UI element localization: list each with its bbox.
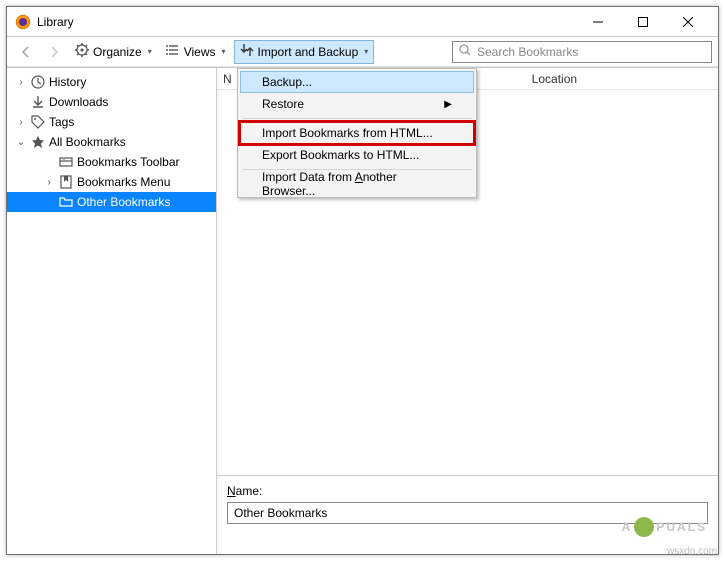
menu-label: Import Bookmarks from HTML... — [262, 126, 433, 140]
name-label: Name: — [227, 484, 262, 498]
gear-icon — [75, 43, 89, 60]
column-location[interactable]: Location — [532, 72, 577, 86]
menu-label: Import Data from Another Browser... — [262, 170, 452, 198]
sidebar-item-other-bookmarks[interactable]: Other Bookmarks — [7, 192, 216, 212]
content-pane: N Location Backup... Restore ▶ Import Bo… — [217, 68, 718, 554]
search-placeholder: Search Bookmarks — [477, 45, 578, 59]
import-backup-label: Import and Backup — [258, 45, 359, 59]
import-backup-dropdown: Backup... Restore ▶ Import Bookmarks fro… — [237, 68, 477, 198]
caret-down-icon: ▾ — [222, 47, 226, 56]
maximize-button[interactable] — [620, 7, 665, 37]
sidebar-label: All Bookmarks — [49, 135, 126, 149]
main-area: › History Downloads › Tags ⌄ All Bookmar… — [7, 67, 718, 554]
tag-icon — [31, 115, 45, 129]
menu-separator — [242, 118, 472, 119]
menu-import-another-browser[interactable]: Import Data from Another Browser... — [240, 173, 474, 195]
folder-icon — [59, 195, 73, 209]
back-button[interactable] — [13, 40, 39, 64]
organize-menu[interactable]: Organize ▾ — [69, 40, 158, 64]
menu-import-html[interactable]: Import Bookmarks from HTML... — [240, 122, 474, 144]
details-pane: Name: — [217, 475, 718, 554]
views-menu[interactable]: Views ▾ — [160, 40, 232, 64]
sidebar-item-bookmarks-toolbar[interactable]: Bookmarks Toolbar — [7, 152, 216, 172]
minimize-button[interactable] — [575, 7, 620, 37]
sidebar-label: Downloads — [49, 95, 108, 109]
sidebar-label: History — [49, 75, 86, 89]
watermark: APUALS — [622, 517, 707, 537]
close-button[interactable] — [665, 7, 710, 37]
toolbar: Organize ▾ Views ▾ Import and Backup ▾ S… — [7, 37, 718, 67]
expand-icon[interactable]: › — [43, 177, 55, 188]
list-icon — [166, 43, 180, 60]
menu-export-html[interactable]: Export Bookmarks to HTML... — [240, 144, 474, 166]
window-title: Library — [37, 15, 74, 29]
search-icon — [459, 44, 471, 59]
history-icon — [31, 75, 45, 89]
import-export-icon — [240, 43, 254, 60]
menu-backup[interactable]: Backup... — [240, 71, 474, 93]
firefox-icon — [15, 14, 31, 30]
collapse-icon[interactable]: ⌄ — [15, 137, 27, 148]
menu-restore[interactable]: Restore ▶ — [240, 93, 474, 115]
credit-text: wsxdn.com — [667, 546, 717, 557]
column-name[interactable]: N — [223, 72, 232, 86]
sidebar-item-history[interactable]: › History — [7, 72, 216, 92]
watermark-dot-icon — [634, 517, 654, 537]
bookmark-menu-icon — [59, 175, 73, 189]
sidebar-label: Bookmarks Menu — [77, 175, 170, 189]
sidebar-item-bookmarks-menu[interactable]: › Bookmarks Menu — [7, 172, 216, 192]
sidebar-item-tags[interactable]: › Tags — [7, 112, 216, 132]
expand-icon[interactable]: › — [15, 77, 27, 88]
sidebar-item-downloads[interactable]: Downloads — [7, 92, 216, 112]
submenu-arrow-icon: ▶ — [444, 99, 452, 110]
search-input[interactable]: Search Bookmarks — [452, 41, 712, 63]
menu-label: Backup... — [262, 75, 312, 89]
import-backup-menu[interactable]: Import and Backup ▾ — [234, 40, 375, 64]
menu-label: Export Bookmarks to HTML... — [262, 148, 419, 162]
expand-icon[interactable]: › — [15, 117, 27, 128]
download-icon — [31, 95, 45, 109]
sidebar-label: Other Bookmarks — [77, 195, 170, 209]
sidebar-label: Tags — [49, 115, 74, 129]
forward-button[interactable] — [41, 40, 67, 64]
sidebar: › History Downloads › Tags ⌄ All Bookmar… — [7, 68, 217, 554]
titlebar: Library — [7, 7, 718, 37]
star-icon — [31, 135, 45, 149]
menu-label: Restore — [262, 97, 304, 111]
caret-down-icon: ▾ — [148, 47, 152, 56]
views-label: Views — [184, 45, 216, 59]
sidebar-item-all-bookmarks[interactable]: ⌄ All Bookmarks — [7, 132, 216, 152]
organize-label: Organize — [93, 45, 142, 59]
sidebar-label: Bookmarks Toolbar — [77, 155, 180, 169]
caret-down-icon: ▾ — [364, 47, 368, 56]
toolbar-icon — [59, 155, 73, 169]
